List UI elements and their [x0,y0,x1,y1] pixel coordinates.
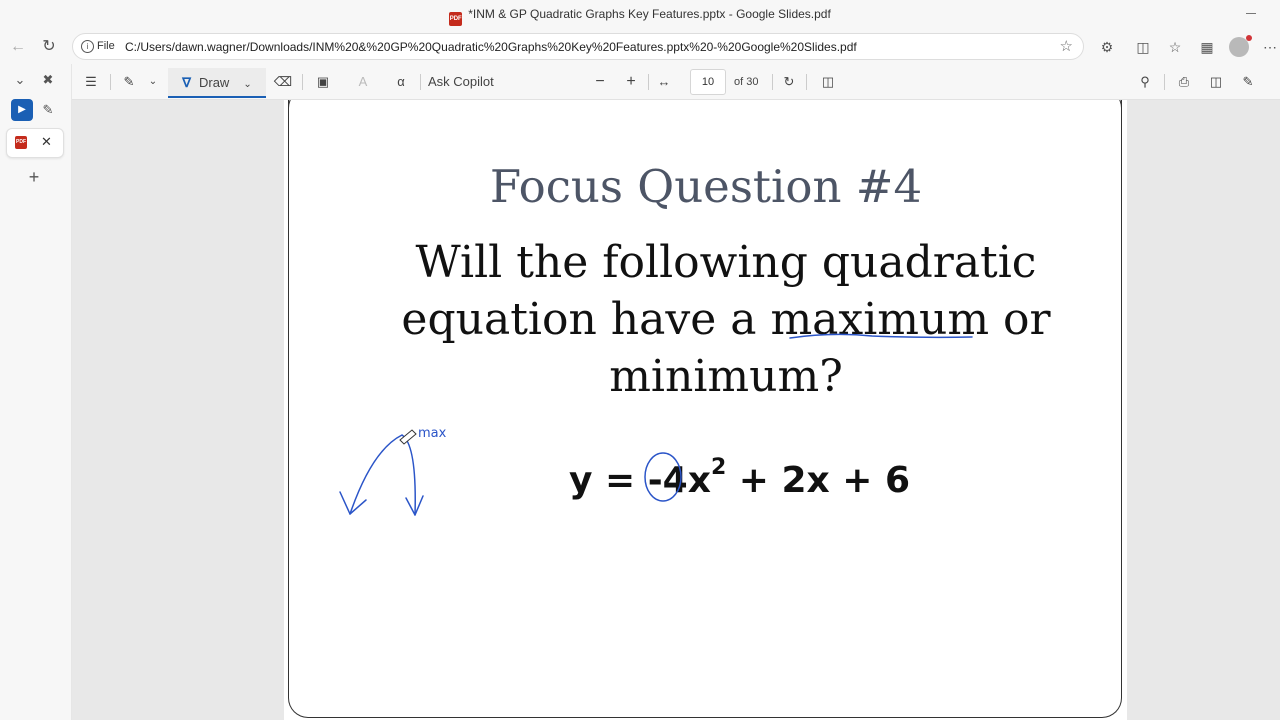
refresh-icon[interactable]: ↻ [38,36,60,58]
ink-annotations: max [339,333,973,516]
save-as-icon[interactable]: ✎ [1237,71,1259,93]
address-bar[interactable]: i File C:/Users/dawn.wagner/Downloads/IN… [72,33,1084,60]
puzzle-icon[interactable]: ⚙ [1096,36,1118,58]
more-icon[interactable]: ⋯ [1259,36,1280,58]
draw-button[interactable]: ∇ Draw ⌄ [168,68,266,98]
chevron-down-icon[interactable]: ⌄ [9,69,31,91]
pdf-viewer[interactable]: Focus Question #4 Will the following qua… [72,100,1280,720]
window-titlebar: PDF *INM & GP Quadratic Graphs Key Featur… [0,0,1280,30]
ink-max-label: max [418,426,447,441]
highlight-dropdown-icon[interactable]: ⌄ [142,71,164,93]
zoom-out-icon[interactable]: − [589,71,611,93]
pin-icon[interactable]: ✖ [37,69,59,91]
open-tab-pdf[interactable]: PDF ✕ [6,128,64,158]
page-total: of 30 [734,76,759,88]
draw-label: Draw [198,75,230,90]
favorites-icon[interactable]: ☆ [1164,36,1186,58]
ink-arrow-left [339,491,367,515]
zoom-in-icon[interactable]: + [620,71,642,93]
split-screen-icon[interactable]: ◫ [1132,36,1154,58]
pdf-file-icon: PDF [449,12,463,26]
pdf-toolbar: ☰ ✎ ⌄ ∇ Draw ⌄ ⌫ ▣ A α Ask Copilot − + ↔ 1… [72,64,1280,100]
save-icon[interactable]: ◫ [1205,71,1227,93]
print-icon[interactable]: ⎙ [1173,71,1195,93]
eraser-icon[interactable]: ⌫ [272,71,294,93]
ink-underline-maximum [789,333,973,339]
tab-actions-icon[interactable]: ▶ [11,99,33,121]
back-arrow-icon[interactable]: ← [7,36,29,58]
page-number-input[interactable]: 10 [690,69,726,95]
ask-copilot-button[interactable]: Ask Copilot [428,71,508,93]
search-icon[interactable]: ⚲ [1134,71,1156,93]
ink-circle-coefficient [644,452,682,502]
vertical-tabs-sidebar: ⌄ ✖ ▶ ✎ PDF ✕ + [0,64,72,720]
highlight-icon[interactable]: ✎ [118,71,140,93]
page-view-icon[interactable]: ◫ [817,71,839,93]
rotate-icon[interactable]: ↻ [778,71,800,93]
draw-pen-icon: ∇ [182,75,191,90]
draw-dropdown-icon: ⌄ [243,79,252,90]
ink-parabola-arc [349,434,416,516]
info-icon[interactable]: i [81,40,94,53]
close-icon[interactable]: ✕ [41,134,52,150]
profile-avatar[interactable] [1229,35,1252,57]
file-scheme-label: File [97,40,115,52]
pdf-tab-icon: PDF [15,136,27,149]
fit-width-icon[interactable]: ↔ [653,71,675,93]
window-title-text: *INM & GP Quadratic Graphs Key Features.… [468,7,831,21]
text-box-icon[interactable]: ▣ [312,71,334,93]
collections-icon[interactable]: ▦ [1196,36,1218,58]
table-of-contents-icon[interactable]: ☰ [80,71,102,93]
address-url[interactable]: C:/Users/dawn.wagner/Downloads/INM%20&%2… [125,40,857,54]
minimize-button[interactable] [1246,4,1260,18]
new-tab-plus-icon[interactable]: + [23,166,45,188]
star-icon[interactable]: ☆ [1060,37,1073,55]
read-aloud-icon: A [358,74,368,89]
window-title: PDF *INM & GP Quadratic Graphs Key Featur… [0,7,1280,26]
browser-address-row: ← ↻ i File C:/Users/dawn.wagner/Download… [0,30,1280,64]
pencil-icon[interactable]: ✎ [37,99,59,121]
translate-icon[interactable]: α [390,71,412,93]
